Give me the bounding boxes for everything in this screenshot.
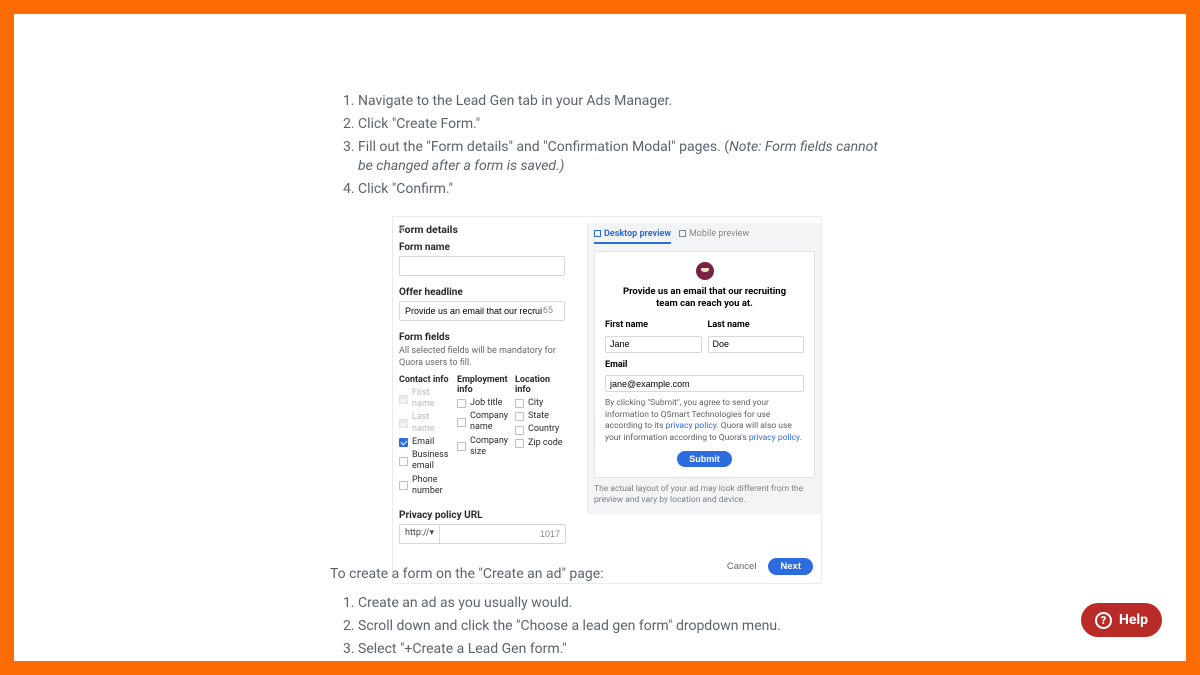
checkbox-job-title[interactable]: Job title bbox=[457, 398, 509, 409]
help-label: Help bbox=[1119, 612, 1148, 628]
help-button[interactable]: ? Help bbox=[1081, 603, 1162, 637]
section2-step-2: Scroll down and click the "Choose a lead… bbox=[358, 617, 890, 636]
offer-headline-input[interactable] bbox=[399, 301, 565, 321]
tab-desktop-preview[interactable]: Desktop preview bbox=[594, 229, 671, 244]
quora-privacy-policy-link[interactable]: privacy policy bbox=[749, 433, 800, 443]
checkbox-country[interactable]: Country bbox=[515, 424, 567, 435]
section2-step-1: Create an ad as you usually would. bbox=[358, 594, 890, 613]
employment-info-column: Employment info Job title Company name C… bbox=[457, 375, 509, 499]
mobile-icon bbox=[679, 230, 686, 237]
section-title: Form details bbox=[399, 223, 567, 236]
preview-disclaimer: The actual layout of your ad may look di… bbox=[594, 484, 815, 506]
url-scheme-select[interactable]: http://▾ bbox=[399, 524, 439, 544]
checkbox-last-name: Last name bbox=[399, 412, 451, 435]
instruction-list-2: To create a form on the "Create an ad" p… bbox=[330, 566, 890, 663]
form-builder-screenshot: ✕ Form details Form name Offer headline … bbox=[392, 216, 822, 584]
form-fields-note: All selected fields will be mandatory fo… bbox=[399, 346, 567, 369]
desktop-icon bbox=[594, 230, 601, 237]
close-icon[interactable]: ✕ bbox=[397, 223, 406, 236]
offer-headline-label: Offer headline bbox=[399, 287, 567, 298]
section2-step-3: Select "+Create a Lead Gen form." bbox=[358, 640, 890, 659]
contact-info-column: Contact info First name Last name Email … bbox=[399, 375, 451, 499]
checkbox-city[interactable]: City bbox=[515, 398, 567, 409]
section2-intro: To create a form on the "Create an ad" p… bbox=[330, 566, 890, 582]
col-header: Contact info bbox=[399, 375, 451, 385]
checkbox-company-name[interactable]: Company name bbox=[457, 411, 509, 434]
privacy-url-label: Privacy policy URL bbox=[399, 510, 567, 521]
checkbox-phone[interactable]: Phone number bbox=[399, 475, 451, 498]
submit-button[interactable]: Submit bbox=[677, 451, 732, 467]
step-3: Fill out the "Form details" and "Confirm… bbox=[358, 138, 880, 176]
preview-firstname-label: First name bbox=[605, 320, 702, 330]
checkbox-state[interactable]: State bbox=[515, 411, 567, 422]
instruction-list-1: Navigate to the Lead Gen tab in your Ads… bbox=[330, 92, 880, 584]
consent-text: By clicking "Submit", you agree to send … bbox=[605, 398, 804, 444]
form-fields-label: Form fields bbox=[399, 332, 567, 343]
col-header: Location info bbox=[515, 375, 567, 395]
checkbox-zip[interactable]: Zip code bbox=[515, 438, 567, 449]
form-name-input[interactable] bbox=[399, 256, 565, 276]
step-2: Click "Create Form." bbox=[358, 115, 880, 134]
checkbox-email[interactable]: Email bbox=[399, 437, 451, 448]
preview-email-label: Email bbox=[605, 360, 804, 370]
help-icon: ? bbox=[1095, 612, 1112, 629]
preview-card: Provide us an email that our recruiting … bbox=[594, 251, 815, 478]
preview-lastname-label: Last name bbox=[708, 320, 805, 330]
step-4: Click "Confirm." bbox=[358, 180, 880, 199]
form-name-label: Form name bbox=[399, 242, 567, 253]
preview-lastname-input[interactable] bbox=[708, 336, 805, 353]
step-1: Navigate to the Lead Gen tab in your Ads… bbox=[358, 92, 880, 111]
checkbox-first-name: First name bbox=[399, 388, 451, 411]
step-3-text: Fill out the "Form details" and "Confirm… bbox=[358, 139, 729, 155]
preview-pane: Desktop preview Mobile preview Provide u… bbox=[587, 223, 821, 514]
checkbox-company-size[interactable]: Company size bbox=[457, 436, 509, 459]
preview-firstname-input[interactable] bbox=[605, 336, 702, 353]
privacy-policy-link[interactable]: privacy policy bbox=[666, 421, 717, 431]
location-info-column: Location info City State Country Zip cod… bbox=[515, 375, 567, 499]
preview-email-input[interactable] bbox=[605, 375, 804, 392]
tab-mobile-preview[interactable]: Mobile preview bbox=[679, 229, 749, 244]
checkbox-business-email[interactable]: Business email bbox=[399, 450, 451, 473]
offer-headline-count: 65 bbox=[543, 306, 553, 316]
form-details-pane: Form details Form name Offer headline 65 bbox=[399, 223, 575, 548]
preview-headline: Provide us an email that our recruiting … bbox=[605, 286, 804, 310]
col-header: Employment info bbox=[457, 375, 509, 395]
avatar-icon bbox=[696, 262, 714, 280]
privacy-url-input[interactable] bbox=[439, 524, 566, 544]
